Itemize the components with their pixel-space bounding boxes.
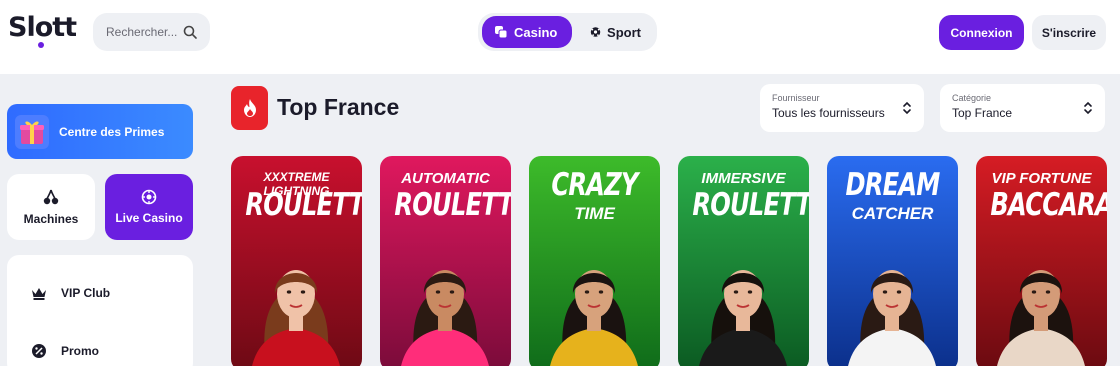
provider-select[interactable]: Fournisseur Tous les fournisseurs (760, 84, 924, 132)
game-card[interactable]: CRAZY TIME (529, 156, 660, 366)
game-card-title: ROULETTE (394, 187, 511, 223)
sidebar-menu: VIP Club Promo (7, 255, 193, 366)
game-card-title: DREAM (845, 167, 940, 203)
gift-icon (15, 114, 49, 149)
login-button[interactable]: Connexion (939, 15, 1024, 50)
search-input[interactable] (106, 25, 180, 39)
game-card-dealer-image (997, 270, 1085, 366)
game-card-title-top: AUTOMATIC (401, 170, 490, 187)
roulette-chip-icon (141, 189, 157, 205)
chevron-updown-icon (1084, 101, 1092, 115)
search-box[interactable] (93, 13, 210, 51)
game-card[interactable]: VIP FORTUNEBACCARAT (976, 156, 1107, 366)
provider-select-label: Fournisseur (772, 93, 820, 103)
tab-sport-label: Sport (607, 24, 641, 40)
category-select[interactable]: Catégorie Top France (940, 84, 1105, 132)
register-button[interactable]: S'inscrire (1032, 15, 1106, 50)
dice-icon (495, 26, 508, 39)
promo-icon (32, 344, 46, 358)
chevron-updown-icon (903, 101, 911, 115)
game-card[interactable]: XXXTREME LIGHTNINGROULETTE (231, 156, 362, 366)
tab-casino[interactable]: Casino (482, 16, 572, 48)
logo-dot (38, 42, 44, 48)
sidebar-tile-machines-label: Machines (23, 212, 79, 226)
game-card[interactable]: DREAM CATCHER (827, 156, 958, 366)
game-card-dealer-image (252, 270, 340, 366)
game-card[interactable]: IMMERSIVEROULETTE (678, 156, 809, 366)
game-card-title: BACCARAT (990, 187, 1107, 223)
provider-select-value: Tous les fournisseurs (772, 106, 885, 120)
game-card-title-top: IMMERSIVE (701, 170, 786, 187)
section-title: Top France (277, 94, 400, 120)
game-card-subtitle: TIME (574, 204, 615, 223)
game-card-dealer-image (699, 270, 787, 366)
sidebar-tile-live-casino[interactable]: Live Casino (105, 174, 193, 240)
game-card-title: ROULETTE (692, 187, 809, 223)
game-card-dealer-image (401, 270, 489, 366)
sidebar-item-promo[interactable]: Promo (31, 339, 99, 363)
tab-casino-label: Casino (514, 24, 558, 40)
category-select-label: Catégorie (952, 93, 992, 103)
game-card-title-top: VIP FORTUNE (991, 170, 1092, 187)
fire-icon (231, 86, 268, 130)
game-card-title: ROULETTE (245, 187, 362, 223)
sidebar-item-promo-label: Promo (61, 344, 100, 358)
game-card-dealer-image (848, 270, 936, 366)
bonus-center-button[interactable]: Centre des Primes (7, 104, 193, 159)
bonus-center-label: Centre des Primes (59, 124, 165, 139)
game-card-subtitle: CATCHER (851, 204, 934, 223)
game-card[interactable]: AUTOMATICROULETTE (380, 156, 511, 366)
game-card-dealer-image (550, 270, 638, 366)
search-icon[interactable] (182, 24, 198, 40)
site-logo[interactable]: Slott (8, 12, 77, 43)
sidebar-item-vip-club-label: VIP Club (61, 286, 111, 300)
sidebar-tile-live-casino-label: Live Casino (115, 211, 183, 225)
sidebar-item-vip-club[interactable]: VIP Club (31, 281, 110, 305)
tab-sport[interactable]: Sport (578, 16, 653, 48)
top-header: Slott Casino Sport (0, 0, 1120, 74)
cherries-icon (43, 189, 59, 205)
soccer-ball-icon (590, 27, 601, 37)
game-card-title: CRAZY (551, 167, 638, 203)
category-select-value: Top France (952, 106, 1013, 120)
crown-icon (32, 288, 46, 300)
casino-sport-switcher: Casino Sport (478, 13, 657, 51)
sidebar-tile-machines[interactable]: Machines (7, 174, 95, 240)
